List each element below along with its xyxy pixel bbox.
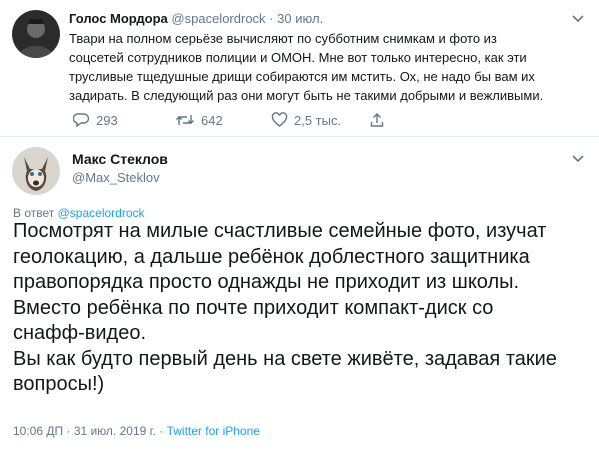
separator: · bbox=[159, 424, 164, 438]
author-name[interactable]: Голос Мордора bbox=[69, 11, 168, 26]
tweet-text-line: Вместо ребёнка по почте приходит компакт… bbox=[13, 296, 494, 319]
chevron-down-icon[interactable] bbox=[571, 154, 585, 164]
retweet-icon bbox=[176, 115, 194, 125]
tweet-text-line: Вы как будто первый день на свете живёте… bbox=[13, 347, 557, 370]
separator: · bbox=[269, 11, 274, 26]
reply-button[interactable]: 293 bbox=[73, 110, 118, 130]
tweet-date[interactable]: 30 июл. bbox=[277, 11, 323, 26]
replying-prefix: В ответ bbox=[13, 206, 55, 220]
like-icon bbox=[271, 112, 288, 127]
tweet-text: Посмотрят на милые счастливые семейные ф… bbox=[13, 219, 593, 398]
tweet-meta: 10:06 ДП · 31 июл. 2019 г. · Twitter for… bbox=[13, 424, 260, 438]
share-button[interactable] bbox=[369, 110, 385, 130]
reply-icon bbox=[73, 113, 90, 128]
tweet-text-line: вопросы!) bbox=[13, 373, 105, 395]
retweet-button[interactable]: 642 bbox=[175, 110, 223, 130]
share-icon bbox=[370, 113, 384, 127]
tweet-text-line: задирать. В следующий раз они могут быть… bbox=[69, 88, 544, 103]
divider bbox=[0, 136, 599, 137]
author-handle[interactable]: @Max_Steklov bbox=[72, 170, 160, 185]
replying-to-link[interactable]: @spacelordrock bbox=[58, 206, 145, 220]
tweet-header: Голос Мордора @spacelordrock · 30 июл. bbox=[69, 11, 323, 26]
tweet-text: Твари на полном серьёзе вычисляют по суб… bbox=[69, 29, 589, 105]
like-button[interactable]: 2,5 тыс. bbox=[271, 110, 341, 130]
tweet-actions: 293 642 2,5 тыс. bbox=[69, 110, 399, 132]
tweet-time[interactable]: 10:06 ДП bbox=[13, 424, 63, 438]
tweet-text-line: Посмотрят на милые счастливые семейные ф… bbox=[13, 220, 547, 242]
retweet-count: 642 bbox=[201, 112, 223, 128]
avatar-golos-mordora[interactable] bbox=[12, 10, 60, 58]
author-name[interactable]: Макс Стеклов bbox=[72, 151, 168, 167]
avatar-max-steklov[interactable] bbox=[12, 147, 60, 195]
replying-to: В ответ @spacelordrock bbox=[13, 206, 145, 220]
like-count: 2,5 тыс. bbox=[294, 112, 342, 128]
tweet-text-line: снафф-видео. bbox=[13, 322, 147, 344]
chevron-down-icon[interactable] bbox=[571, 14, 585, 24]
author-handle[interactable]: @spacelordrock bbox=[171, 11, 265, 26]
tweet-date[interactable]: 31 июл. 2019 г. bbox=[74, 424, 156, 438]
tweet-text-line: Твари на полном серьёзе вычисляют по суб… bbox=[69, 31, 497, 46]
reply-count: 293 bbox=[96, 112, 118, 128]
tweet-text-line: трусливые тщедушные дрищи собираются им … bbox=[69, 69, 535, 84]
tweet-text-line: правопорядка просто однажды не приходит … bbox=[13, 271, 520, 293]
tweet-text-line: соцсетей сотрудников полиции и ОМОН. Мне… bbox=[69, 50, 527, 65]
separator: · bbox=[66, 424, 71, 438]
tweet-text-line: геолокацию, а дальше ребёнок доблестного… bbox=[13, 245, 530, 268]
tweet-source[interactable]: Twitter for iPhone bbox=[167, 424, 260, 438]
